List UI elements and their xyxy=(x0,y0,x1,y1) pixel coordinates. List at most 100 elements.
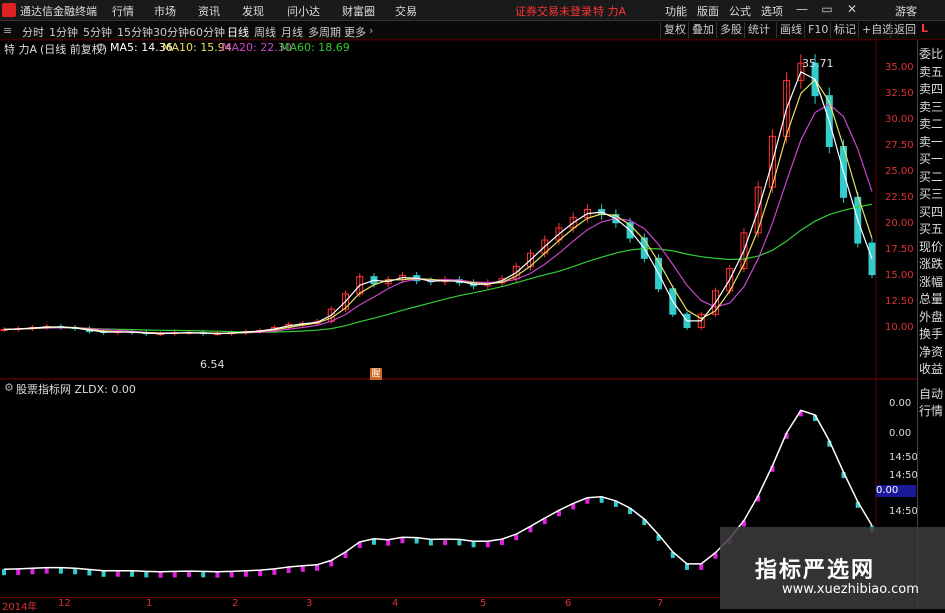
sub-indicator-label: 股票指标网 ZLDX: 0.00 xyxy=(16,383,136,396)
osc-bar xyxy=(229,571,234,578)
period-week[interactable]: 周线 xyxy=(254,24,276,40)
event-badge[interactable]: 腥 xyxy=(370,368,382,380)
date-axis xyxy=(0,597,720,610)
sub-settings-icon[interactable]: ⚙ xyxy=(4,381,14,394)
side-label: 卖四 xyxy=(919,82,944,96)
side-label: 卖二 xyxy=(919,117,944,131)
date-label: 6 xyxy=(565,598,572,609)
side-label: 买二 xyxy=(919,169,944,184)
watermark-title: 指标严选网 xyxy=(755,558,876,583)
date-label: 3 xyxy=(306,598,313,609)
candle-body xyxy=(868,242,876,276)
login-status[interactable]: 证券交易未登录 xyxy=(515,3,592,19)
osc-bar xyxy=(485,541,490,548)
menu-zixun[interactable]: 资讯 xyxy=(198,3,220,19)
menu-hangqing[interactable]: 行情 xyxy=(112,3,134,19)
period-more[interactable]: 更多 xyxy=(344,24,366,40)
ma10-line xyxy=(3,78,873,334)
osc-bar xyxy=(30,568,35,575)
restore-icon[interactable]: ▭ xyxy=(820,2,834,16)
osc-bar xyxy=(16,568,21,575)
menu-gongshi[interactable]: 公式 xyxy=(729,3,751,19)
menu-banmian[interactable]: 版面 xyxy=(697,3,719,19)
period-5min[interactable]: 5分钟 xyxy=(83,24,112,40)
period-multi[interactable]: 多周期 xyxy=(308,24,341,40)
osc-bar xyxy=(44,567,49,574)
period-60min[interactable]: 60分钟 xyxy=(189,24,225,40)
close-icon[interactable]: ✕ xyxy=(845,2,859,16)
osc-bar xyxy=(443,539,448,546)
ma5-line xyxy=(3,70,873,335)
date-label: 12 xyxy=(58,598,71,609)
tool-duogu[interactable]: 多股 xyxy=(716,22,745,38)
osc-bar xyxy=(115,570,120,577)
side-label: 买三 xyxy=(919,187,944,201)
side-label: 买五 xyxy=(919,222,944,236)
tool-diejia[interactable]: 叠加 xyxy=(688,22,717,38)
tool-tongji[interactable]: 统计 xyxy=(744,22,773,38)
tool-f10[interactable]: F10 xyxy=(804,22,831,38)
osc-bar xyxy=(685,563,690,570)
high-price-label: 35.71 xyxy=(802,57,834,70)
osc-bar xyxy=(243,570,248,577)
period-menu-icon[interactable]: ≡ xyxy=(3,24,12,37)
menu-gongneng[interactable]: 功能 xyxy=(665,3,687,19)
period-1min[interactable]: 1分钟 xyxy=(49,24,78,40)
date-label: 2 xyxy=(232,598,239,609)
y-tick: 25.00 xyxy=(885,166,914,177)
tool-huaxian[interactable]: 画线 xyxy=(776,22,805,38)
chart-area xyxy=(0,40,917,597)
menu-xuanxiang[interactable]: 选项 xyxy=(761,3,783,19)
sub-y-tick: 0.00 xyxy=(889,398,912,409)
y-tick: 20.00 xyxy=(885,218,914,229)
osc-bar xyxy=(386,539,391,546)
current-stock: 特 力A xyxy=(593,5,627,18)
side-label: 收益 xyxy=(919,362,944,376)
side-lower-label[interactable]: 自动 xyxy=(919,388,945,401)
y-tick: 35.00 xyxy=(885,62,914,73)
period-month[interactable]: 月线 xyxy=(281,24,303,40)
sub-y-tick: 14:50 xyxy=(889,470,918,481)
y-tick: 17.50 xyxy=(885,244,914,255)
side-label: 净资 xyxy=(919,344,944,359)
period-fenshi[interactable]: 分时 xyxy=(22,24,44,40)
y-tick: 27.50 xyxy=(885,140,914,151)
tool-fuquan[interactable]: 复权 xyxy=(660,22,689,38)
osc-bar xyxy=(144,571,149,578)
date-label: 4 xyxy=(392,598,399,609)
osc-bar xyxy=(258,570,263,577)
sub-y-tick: 0.00 xyxy=(889,428,912,439)
side-label: 涨幅 xyxy=(919,274,944,289)
side-lower-label[interactable]: 行情 xyxy=(919,405,945,418)
date-label: 1 xyxy=(146,598,153,609)
menu-wenxiaoda[interactable]: 问小达 xyxy=(287,3,320,19)
menu-faxian[interactable]: 发现 xyxy=(242,3,264,19)
osc-bar xyxy=(428,539,433,546)
period-30min[interactable]: 30分钟 xyxy=(153,24,189,40)
side-top-label: L xyxy=(921,22,929,35)
menu-shichang[interactable]: 市场 xyxy=(154,3,176,19)
osc-bar xyxy=(186,571,191,578)
side-label: 外盘 xyxy=(919,309,944,324)
app-title: 通达信金融终端 xyxy=(20,5,97,18)
guest-login[interactable]: 游客 xyxy=(895,3,917,19)
sub-y-tick: 14:50 xyxy=(889,452,918,463)
minimize-icon[interactable]: — xyxy=(795,2,809,16)
date-label: 2014年 xyxy=(2,602,38,613)
y-tick: 30.00 xyxy=(885,114,914,125)
period-day[interactable]: 日线 xyxy=(227,24,249,40)
period-15min[interactable]: 15分钟 xyxy=(117,24,153,40)
tool-biaoji[interactable]: 标记 xyxy=(830,22,859,38)
tool-fanhui[interactable]: 返回 xyxy=(890,22,919,38)
osc-bar xyxy=(2,569,6,576)
y-tick: 10.00 xyxy=(885,322,914,333)
osc-bar xyxy=(471,541,476,548)
side-label: 委比 xyxy=(919,47,944,61)
menu-caifuquan[interactable]: 财富圈 xyxy=(342,3,375,19)
side-label: 现价 xyxy=(919,239,944,254)
app-logo-icon xyxy=(2,3,16,17)
chevron-right-icon[interactable]: › xyxy=(369,24,373,37)
period-bar: ≡ 分时 1分钟 5分钟 15分钟 30分钟 60分钟 日线 周线 月线 多周期… xyxy=(0,21,945,40)
y-tick: 15.00 xyxy=(885,270,914,281)
menu-jiaoyi[interactable]: 交易 xyxy=(395,3,417,19)
